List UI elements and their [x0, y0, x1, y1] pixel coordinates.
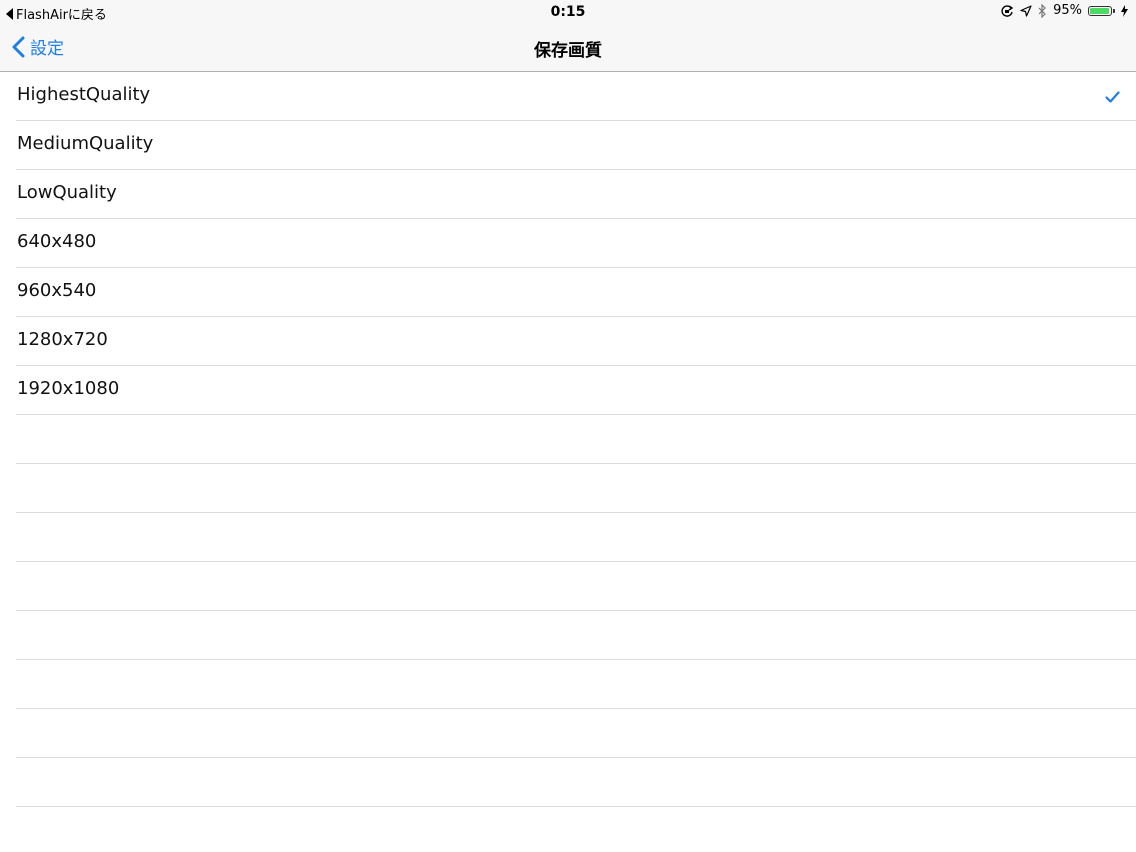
quality-option-row[interactable]: 960x540: [16, 268, 1136, 317]
status-indicators: 95%: [1000, 3, 1128, 18]
charging-bolt-icon: [1121, 4, 1128, 17]
empty-row: [16, 611, 1136, 660]
empty-row: [16, 562, 1136, 611]
quality-option-row[interactable]: 1280x720: [16, 317, 1136, 366]
quality-option-row[interactable]: LowQuality: [16, 170, 1136, 219]
back-triangle-icon: [6, 7, 13, 20]
rotation-lock-icon: [1000, 4, 1014, 18]
quality-option-label: 1280x720: [17, 329, 108, 350]
page-title: 保存画質: [534, 41, 602, 61]
empty-row: [16, 464, 1136, 513]
navigation-bar: 設定 保存画質: [0, 24, 1136, 72]
quality-option-row[interactable]: HighestQuality: [16, 72, 1136, 121]
battery-icon: [1088, 5, 1115, 16]
chevron-left-icon: [12, 36, 25, 57]
back-button-label: 設定: [30, 39, 64, 59]
battery-percent: 95%: [1053, 3, 1082, 18]
checkmark-icon: [1105, 88, 1120, 107]
empty-row: [16, 758, 1136, 807]
status-bar: FlashAirに戻る 0:15 95%: [0, 0, 1136, 24]
quality-option-label: 1920x1080: [17, 378, 120, 399]
quality-options-list: HighestQuality MediumQuality LowQuality 640…: [0, 72, 1136, 807]
empty-row: [16, 513, 1136, 562]
empty-row: [16, 415, 1136, 464]
return-to-app-label: FlashAirに戻る: [16, 8, 107, 23]
status-time: 0:15: [550, 4, 586, 20]
empty-row: [16, 709, 1136, 758]
quality-option-label: MediumQuality: [17, 133, 154, 154]
back-button[interactable]: 設定: [12, 34, 64, 59]
quality-option-label: LowQuality: [17, 182, 117, 203]
quality-option-row[interactable]: 1920x1080: [16, 366, 1136, 415]
quality-option-label: HighestQuality: [17, 84, 151, 105]
bluetooth-icon: [1038, 3, 1047, 18]
quality-option-label: 960x540: [17, 280, 97, 301]
empty-row: [16, 660, 1136, 709]
quality-option-row[interactable]: 640x480: [16, 219, 1136, 268]
quality-option-label: 640x480: [17, 231, 97, 252]
quality-option-row[interactable]: MediumQuality: [16, 121, 1136, 170]
location-arrow-icon: [1020, 4, 1032, 17]
return-to-app-link[interactable]: FlashAirに戻る: [6, 4, 107, 23]
